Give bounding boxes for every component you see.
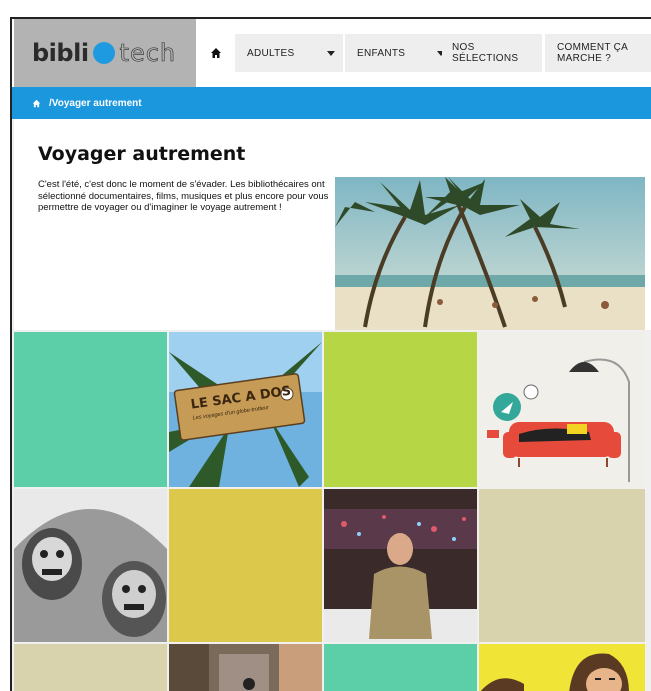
- nav-enfants-label: ENFANTS: [357, 47, 406, 59]
- nav-comment-label: COMMENT ÇA MARCHE ?: [557, 42, 628, 64]
- nav-adultes[interactable]: ADULTES: [235, 34, 343, 72]
- nav-adultes-label: ADULTES: [247, 47, 295, 59]
- nav-comment-line1: COMMENT ÇA: [557, 42, 629, 53]
- yellow-tile[interactable]: [169, 489, 322, 642]
- beige-tile[interactable]: [479, 489, 645, 642]
- breadcrumb: / Voyager autrement: [12, 87, 651, 119]
- nav-home[interactable]: [198, 34, 234, 72]
- statues-photo-image: [14, 489, 167, 642]
- nav-enfants[interactable]: ENFANTS: [345, 34, 453, 72]
- portrait-illustration[interactable]: [479, 644, 645, 691]
- movie-still-man[interactable]: [324, 489, 477, 642]
- nav-nos-selections-line2: SÉLECTIONS: [452, 53, 519, 64]
- page-title: Voyager autrement: [38, 143, 246, 165]
- logo-text-tech: tech: [119, 39, 177, 68]
- browser-frame: bibli tech ADULTES ENFANTS NOS SÉLECTION…: [10, 17, 651, 691]
- logo-text-bibli: bibli: [32, 39, 89, 67]
- sac-a-dos-cover[interactable]: LE SAC A DOS Les voyages d'un globe-trot…: [169, 332, 322, 487]
- logo-dot-icon: [92, 42, 115, 64]
- portrait-illustration-image: [479, 644, 645, 691]
- nav-comment-ca-marche[interactable]: COMMENT ÇA MARCHE ?: [545, 34, 651, 72]
- movie-still-image: [324, 489, 477, 642]
- sofa-illustration[interactable]: [479, 332, 645, 487]
- beige-tile-2[interactable]: [14, 644, 167, 691]
- home-icon[interactable]: [32, 99, 41, 108]
- nav-nos-selections-label: NOS SÉLECTIONS: [452, 42, 518, 64]
- teal-tile[interactable]: [14, 332, 167, 487]
- sofa-illustration-image: [487, 358, 630, 482]
- nav-comment-line2: MARCHE ?: [557, 53, 612, 64]
- page-description: C'est l'été, c'est donc le moment de s'é…: [38, 179, 329, 213]
- header: bibli tech ADULTES ENFANTS NOS SÉLECTION…: [12, 19, 651, 87]
- home-icon: [211, 48, 221, 58]
- breadcrumb-current: Voyager autrement: [51, 97, 142, 109]
- beach-photo[interactable]: [335, 177, 645, 330]
- city-photo-image: [169, 644, 322, 691]
- nav-nos-selections[interactable]: NOS SÉLECTIONS: [442, 34, 542, 72]
- city-photo[interactable]: [169, 644, 322, 691]
- chevron-down-icon: [327, 51, 335, 56]
- site-logo[interactable]: bibli tech: [14, 19, 196, 87]
- statues-photo[interactable]: [14, 489, 167, 642]
- nav-nos-selections-line1: NOS: [452, 42, 475, 53]
- beach-photo-image: [335, 177, 645, 330]
- teal-tile-2[interactable]: [324, 644, 477, 691]
- lime-tile[interactable]: [324, 332, 477, 487]
